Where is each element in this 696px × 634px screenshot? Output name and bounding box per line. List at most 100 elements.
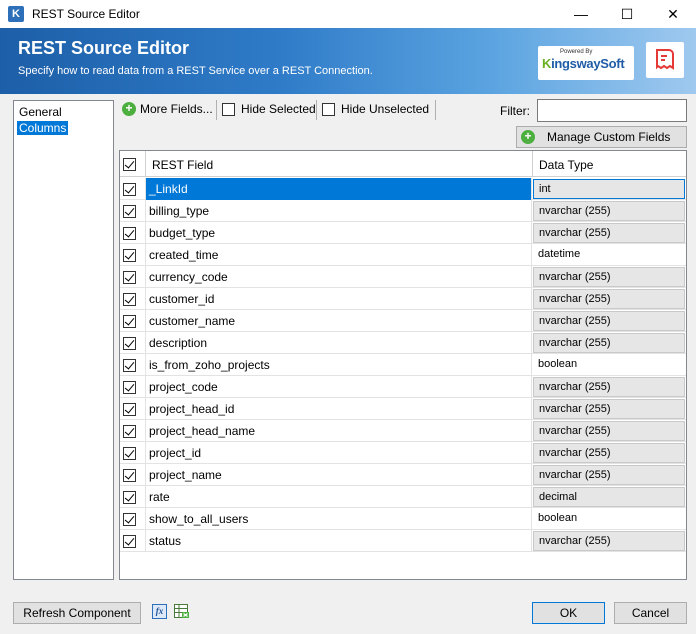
row-checkbox-cell (120, 442, 146, 464)
table-row[interactable]: customer_name nvarchar (255) (120, 310, 686, 332)
row-checkbox[interactable] (123, 446, 136, 460)
table-row[interactable]: description nvarchar (255) (120, 332, 686, 354)
data-type-cell[interactable]: int (533, 179, 685, 199)
row-checkbox[interactable] (123, 270, 136, 284)
filter-input[interactable] (537, 99, 687, 122)
row-checkbox-cell (120, 398, 146, 420)
table-row[interactable]: currency_code nvarchar (255) (120, 266, 686, 288)
logo-powered-by: Powered By (560, 49, 593, 55)
row-checkbox[interactable] (123, 292, 136, 306)
hide-selected-checkbox[interactable]: Hide Selected (222, 102, 316, 116)
data-type-cell[interactable]: boolean (533, 509, 685, 529)
data-type-cell[interactable]: nvarchar (255) (533, 289, 685, 309)
table-row[interactable]: project_name nvarchar (255) (120, 464, 686, 486)
row-checkbox-cell (120, 464, 146, 486)
close-button[interactable]: ✕ (650, 0, 696, 28)
rest-field-cell[interactable]: description (146, 332, 532, 354)
data-type-cell[interactable]: nvarchar (255) (533, 531, 685, 551)
export-grid-icon[interactable] (174, 604, 190, 619)
rest-field-cell[interactable]: created_time (146, 244, 532, 266)
maximize-button[interactable]: ☐ (604, 0, 650, 28)
refresh-component-button[interactable]: Refresh Component (13, 602, 141, 624)
more-fields-button[interactable]: + More Fields... (122, 102, 213, 116)
row-checkbox[interactable] (123, 182, 136, 196)
row-checkbox[interactable] (123, 490, 136, 504)
table-row[interactable]: billing_type nvarchar (255) (120, 200, 686, 222)
select-all-checkbox[interactable] (123, 157, 136, 171)
data-type-cell[interactable]: decimal (533, 487, 685, 507)
expression-icon[interactable]: fx (152, 604, 167, 619)
table-row[interactable]: project_code nvarchar (255) (120, 376, 686, 398)
rest-field-cell[interactable]: billing_type (146, 200, 532, 222)
table-row[interactable]: is_from_zoho_projects boolean (120, 354, 686, 376)
rest-field-cell[interactable]: project_code (146, 376, 532, 398)
data-type-cell[interactable]: nvarchar (255) (533, 311, 685, 331)
table-row[interactable]: show_to_all_users boolean (120, 508, 686, 530)
row-checkbox[interactable] (123, 358, 136, 372)
window-controls: — ☐ ✕ (558, 0, 696, 28)
row-checkbox[interactable] (123, 204, 136, 218)
data-type-cell[interactable]: nvarchar (255) (533, 333, 685, 353)
data-type-cell[interactable]: datetime (533, 245, 685, 265)
logo-brand-rest: ingswaySoft (551, 56, 625, 71)
rest-field-cell[interactable]: rate (146, 486, 532, 508)
table-row[interactable]: rate decimal (120, 486, 686, 508)
minimize-button[interactable]: — (558, 0, 604, 28)
row-checkbox[interactable] (123, 314, 136, 328)
data-type-cell[interactable]: boolean (533, 355, 685, 375)
row-checkbox[interactable] (123, 512, 136, 526)
rest-field-cell[interactable]: budget_type (146, 222, 532, 244)
rest-field-cell[interactable]: project_id (146, 442, 532, 464)
data-type-cell[interactable]: nvarchar (255) (533, 223, 685, 243)
table-row[interactable]: project_head_name nvarchar (255) (120, 420, 686, 442)
hide-unselected-checkbox[interactable]: Hide Unselected (322, 102, 429, 116)
data-type-cell[interactable]: nvarchar (255) (533, 443, 685, 463)
row-checkbox-cell (120, 486, 146, 508)
rest-field-cell[interactable]: show_to_all_users (146, 508, 532, 530)
data-type-cell[interactable]: nvarchar (255) (533, 377, 685, 397)
table-row[interactable]: status nvarchar (255) (120, 530, 686, 552)
rest-field-cell[interactable]: status (146, 530, 532, 552)
data-type-cell[interactable]: nvarchar (255) (533, 465, 685, 485)
rest-field-cell[interactable]: project_head_name (146, 420, 532, 442)
row-checkbox-cell (120, 354, 146, 376)
data-type-cell[interactable]: nvarchar (255) (533, 399, 685, 419)
row-checkbox[interactable] (123, 402, 136, 416)
row-checkbox[interactable] (123, 534, 136, 548)
row-checkbox[interactable] (123, 468, 136, 482)
rest-field-cell[interactable]: customer_name (146, 310, 532, 332)
title-bar: K REST Source Editor — ☐ ✕ (0, 0, 696, 28)
logo-brand-k: K (542, 56, 552, 71)
table-row[interactable]: _LinkId int (120, 178, 686, 200)
cancel-button[interactable]: Cancel (614, 602, 687, 624)
column-header-field[interactable]: REST Field (152, 158, 213, 172)
add-icon: + (521, 130, 535, 144)
ok-button[interactable]: OK (532, 602, 605, 624)
banner-title: REST Source Editor (18, 38, 190, 58)
rest-field-cell[interactable]: is_from_zoho_projects (146, 354, 532, 376)
rest-field-cell[interactable]: _LinkId (146, 178, 532, 200)
data-type-cell[interactable]: nvarchar (255) (533, 421, 685, 441)
app-icon: K (8, 6, 24, 22)
manage-custom-fields-button[interactable]: + Manage Custom Fields (516, 126, 687, 148)
nav-item-columns[interactable]: Columns (17, 121, 69, 135)
rest-field-cell[interactable]: customer_id (146, 288, 532, 310)
table-row[interactable]: project_head_id nvarchar (255) (120, 398, 686, 420)
row-checkbox[interactable] (123, 336, 136, 350)
table-row[interactable]: budget_type nvarchar (255) (120, 222, 686, 244)
table-row[interactable]: project_id nvarchar (255) (120, 442, 686, 464)
table-row[interactable]: created_time datetime (120, 244, 686, 266)
data-type-cell[interactable]: nvarchar (255) (533, 201, 685, 221)
rest-field-cell[interactable]: currency_code (146, 266, 532, 288)
nav-item-general[interactable]: General (17, 105, 64, 119)
column-header-type[interactable]: Data Type (539, 158, 593, 172)
data-type-cell[interactable]: nvarchar (255) (533, 267, 685, 287)
rest-field-cell[interactable]: project_name (146, 464, 532, 486)
row-checkbox[interactable] (123, 226, 136, 240)
row-checkbox[interactable] (123, 424, 136, 438)
row-checkbox[interactable] (123, 248, 136, 262)
row-checkbox[interactable] (123, 380, 136, 394)
rest-field-cell[interactable]: project_head_id (146, 398, 532, 420)
row-checkbox-cell (120, 288, 146, 310)
table-row[interactable]: customer_id nvarchar (255) (120, 288, 686, 310)
